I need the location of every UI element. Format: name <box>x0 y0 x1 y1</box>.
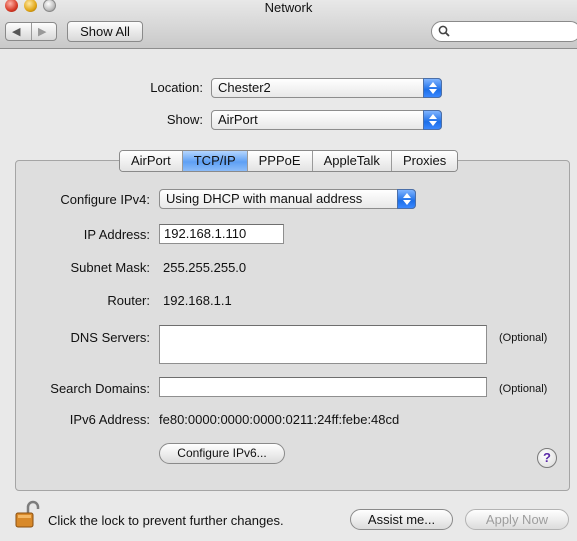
configure-ipv6-button[interactable]: Configure IPv6... <box>159 443 285 464</box>
configure-ipv4-label: Configure IPv4: <box>60 192 150 207</box>
tab-appletalk[interactable]: AppleTalk <box>312 151 392 171</box>
ipv6-address-value: fe80:0000:0000:0000:0211:24ff:febe:48cd <box>159 412 400 427</box>
open-lock-icon <box>15 500 40 528</box>
configure-ipv4-popup[interactable]: Using DHCP with manual address <box>159 189 416 209</box>
location-label: Location: <box>150 80 203 95</box>
nav-back-forward: ◀ ▶ <box>5 22 57 41</box>
popup-arrows-icon <box>423 110 442 130</box>
assist-me-button[interactable]: Assist me... <box>350 509 453 530</box>
tab-proxies[interactable]: Proxies <box>391 151 458 171</box>
ipv6-address-label: IPv6 Address: <box>69 412 150 427</box>
forward-arrow-icon[interactable]: ▶ <box>38 25 46 38</box>
search-domains-field[interactable] <box>159 377 487 397</box>
router-value: 192.168.1.1 <box>163 293 232 308</box>
window-toolbar: Network ◀ ▶ Show All <box>0 0 577 49</box>
popup-arrows-icon <box>423 78 442 98</box>
lock-icon[interactable] <box>14 500 40 531</box>
ip-address-label: IP Address: <box>83 227 150 242</box>
apply-now-button[interactable]: Apply Now <box>465 509 569 530</box>
ip-address-field[interactable]: 192.168.1.110 <box>159 224 284 244</box>
router-label: Router: <box>107 293 150 308</box>
subnet-mask-label: Subnet Mask: <box>70 260 151 275</box>
window-title: Network <box>264 0 313 15</box>
tab-bar: AirPort TCP/IP PPPoE AppleTalk Proxies <box>119 150 459 172</box>
subnet-mask-value: 255.255.255.0 <box>163 260 247 275</box>
dns-servers-field[interactable] <box>159 325 487 364</box>
search-input[interactable] <box>431 21 577 42</box>
show-value: AirPort <box>218 112 258 127</box>
tab-airport[interactable]: AirPort <box>120 151 183 171</box>
dns-optional-note: (Optional) <box>499 332 548 344</box>
search-icon <box>438 25 450 37</box>
lock-message: Click the lock to prevent further change… <box>48 513 284 528</box>
help-button[interactable]: ? <box>537 448 557 468</box>
show-popup[interactable]: AirPort <box>211 110 442 130</box>
search-optional-note: (Optional) <box>499 383 548 395</box>
show-label: Show: <box>166 112 203 127</box>
dns-servers-label: DNS Servers: <box>70 330 150 345</box>
configure-ipv4-value: Using DHCP with manual address <box>166 191 363 206</box>
location-popup[interactable]: Chester2 <box>211 78 442 98</box>
back-arrow-icon[interactable]: ◀ <box>12 25 20 38</box>
search-domains-label: Search Domains: <box>50 381 150 396</box>
popup-arrows-icon <box>397 189 416 209</box>
tab-pppoe[interactable]: PPPoE <box>247 151 313 171</box>
location-value: Chester2 <box>218 80 271 95</box>
tab-tcpip[interactable]: TCP/IP <box>182 151 248 171</box>
show-all-button[interactable]: Show All <box>67 21 143 42</box>
nav-divider <box>31 23 32 40</box>
